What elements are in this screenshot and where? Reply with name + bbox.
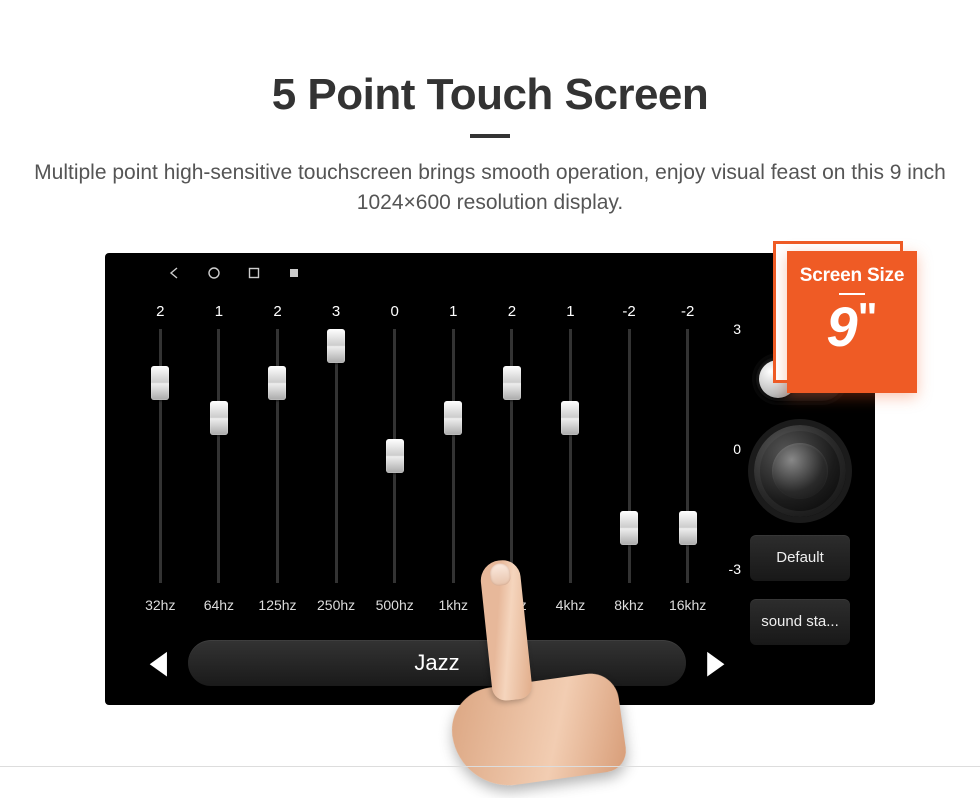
eq-band-value: 1 xyxy=(449,303,457,325)
eq-band-64hz: 1 64hz xyxy=(190,303,249,697)
eq-slider-knob[interactable] xyxy=(444,401,462,435)
nav-buttons xyxy=(123,266,301,280)
preset-bar: ◀ Jazz ▶ xyxy=(147,639,727,687)
eq-band-freq: 16khz xyxy=(669,597,706,613)
badge-fill: Screen Size 9" xyxy=(787,251,917,393)
equalizer-panel: 2 32hz 1 64hz 2 125hz 3 250hz 0 500hz 1 1khz 2 2khz 1 4… xyxy=(117,297,745,697)
eq-band-value: -2 xyxy=(622,303,635,325)
eq-slider[interactable] xyxy=(267,329,287,583)
badge-value: 9 xyxy=(826,299,857,355)
badge-unit: " xyxy=(858,299,878,337)
eq-slider-knob[interactable] xyxy=(679,511,697,545)
default-button[interactable]: Default xyxy=(750,535,850,581)
hero-section: 5 Point Touch Screen Multiple point high… xyxy=(0,0,980,219)
scale-min: -3 xyxy=(729,561,741,577)
device-wrap: 2 32hz 1 64hz 2 125hz 3 250hz 0 500hz 1 1khz 2 2khz 1 4… xyxy=(105,253,875,705)
eq-slider[interactable] xyxy=(560,329,580,583)
eq-band-freq: 2khz xyxy=(497,597,527,613)
eq-band-freq: 4khz xyxy=(556,597,586,613)
eq-band-freq: 1khz xyxy=(438,597,468,613)
eq-band-2khz: 2 2khz xyxy=(483,303,542,697)
side-panel: Default sound sta... xyxy=(745,357,855,693)
sound-stage-button[interactable]: sound sta... xyxy=(750,599,850,645)
eq-band-freq: 32hz xyxy=(145,597,175,613)
eq-slider-knob[interactable] xyxy=(620,511,638,545)
eq-sliders: 2 32hz 1 64hz 2 125hz 3 250hz 0 500hz 1 1khz 2 2khz 1 4… xyxy=(117,297,717,697)
eq-band-freq: 500hz xyxy=(376,597,414,613)
eq-band-250hz: 3 250hz xyxy=(307,303,366,697)
eq-band-32hz: 2 32hz xyxy=(131,303,190,697)
eq-slider[interactable] xyxy=(209,329,229,583)
recent-icon[interactable] xyxy=(247,266,261,280)
eq-scale: 3 0 -3 xyxy=(717,319,745,599)
preset-next-button[interactable]: ▶ xyxy=(707,648,723,678)
eq-band-value: 2 xyxy=(273,303,281,325)
apps-icon[interactable] xyxy=(287,266,301,280)
page-title: 5 Point Touch Screen xyxy=(0,70,980,120)
home-icon[interactable] xyxy=(207,266,221,280)
eq-band-freq: 8khz xyxy=(614,597,644,613)
screen-size-badge: Screen Size 9" xyxy=(773,241,917,391)
eq-slider-knob[interactable] xyxy=(386,439,404,473)
eq-band-value: 1 xyxy=(215,303,223,325)
eq-band-value: 0 xyxy=(391,303,399,325)
preset-prev-button[interactable]: ◀ xyxy=(150,648,166,678)
eq-band-16khz: -2 16khz xyxy=(658,303,717,697)
preset-name[interactable]: Jazz xyxy=(188,640,686,686)
eq-slider[interactable] xyxy=(502,329,522,583)
eq-band-1khz: 1 1khz xyxy=(424,303,483,697)
scale-max: 3 xyxy=(733,321,741,337)
page-subtitle: Multiple point high-sensitive touchscree… xyxy=(30,158,950,219)
eq-band-4khz: 1 4khz xyxy=(541,303,600,697)
eq-band-125hz: 2 125hz xyxy=(248,303,307,697)
eq-band-value: 2 xyxy=(508,303,516,325)
eq-slider-knob[interactable] xyxy=(561,401,579,435)
eq-slider-knob[interactable] xyxy=(151,366,169,400)
eq-slider[interactable] xyxy=(443,329,463,583)
eq-slider-knob[interactable] xyxy=(327,329,345,363)
eq-slider[interactable] xyxy=(678,329,698,583)
title-underline xyxy=(470,134,510,138)
eq-band-value: 3 xyxy=(332,303,340,325)
eq-band-freq: 250hz xyxy=(317,597,355,613)
android-statusbar xyxy=(123,261,857,285)
eq-band-freq: 125hz xyxy=(258,597,296,613)
eq-band-500hz: 0 500hz xyxy=(365,303,424,697)
eq-band-8khz: -2 8khz xyxy=(600,303,659,697)
eq-band-value: -2 xyxy=(681,303,694,325)
volume-knob[interactable] xyxy=(754,425,846,517)
eq-slider[interactable] xyxy=(326,329,346,583)
device-screen: 2 32hz 1 64hz 2 125hz 3 250hz 0 500hz 1 1khz 2 2khz 1 4… xyxy=(105,253,875,705)
eq-slider-knob[interactable] xyxy=(268,366,286,400)
badge-label: Screen Size xyxy=(787,251,917,287)
eq-slider-knob[interactable] xyxy=(210,401,228,435)
eq-band-value: 2 xyxy=(156,303,164,325)
back-icon[interactable] xyxy=(167,266,181,280)
eq-slider[interactable] xyxy=(385,329,405,583)
eq-band-freq: 64hz xyxy=(204,597,234,613)
eq-slider-knob[interactable] xyxy=(503,366,521,400)
scale-mid: 0 xyxy=(733,441,741,457)
eq-slider[interactable] xyxy=(150,329,170,583)
eq-band-value: 1 xyxy=(566,303,574,325)
eq-slider[interactable] xyxy=(619,329,639,583)
